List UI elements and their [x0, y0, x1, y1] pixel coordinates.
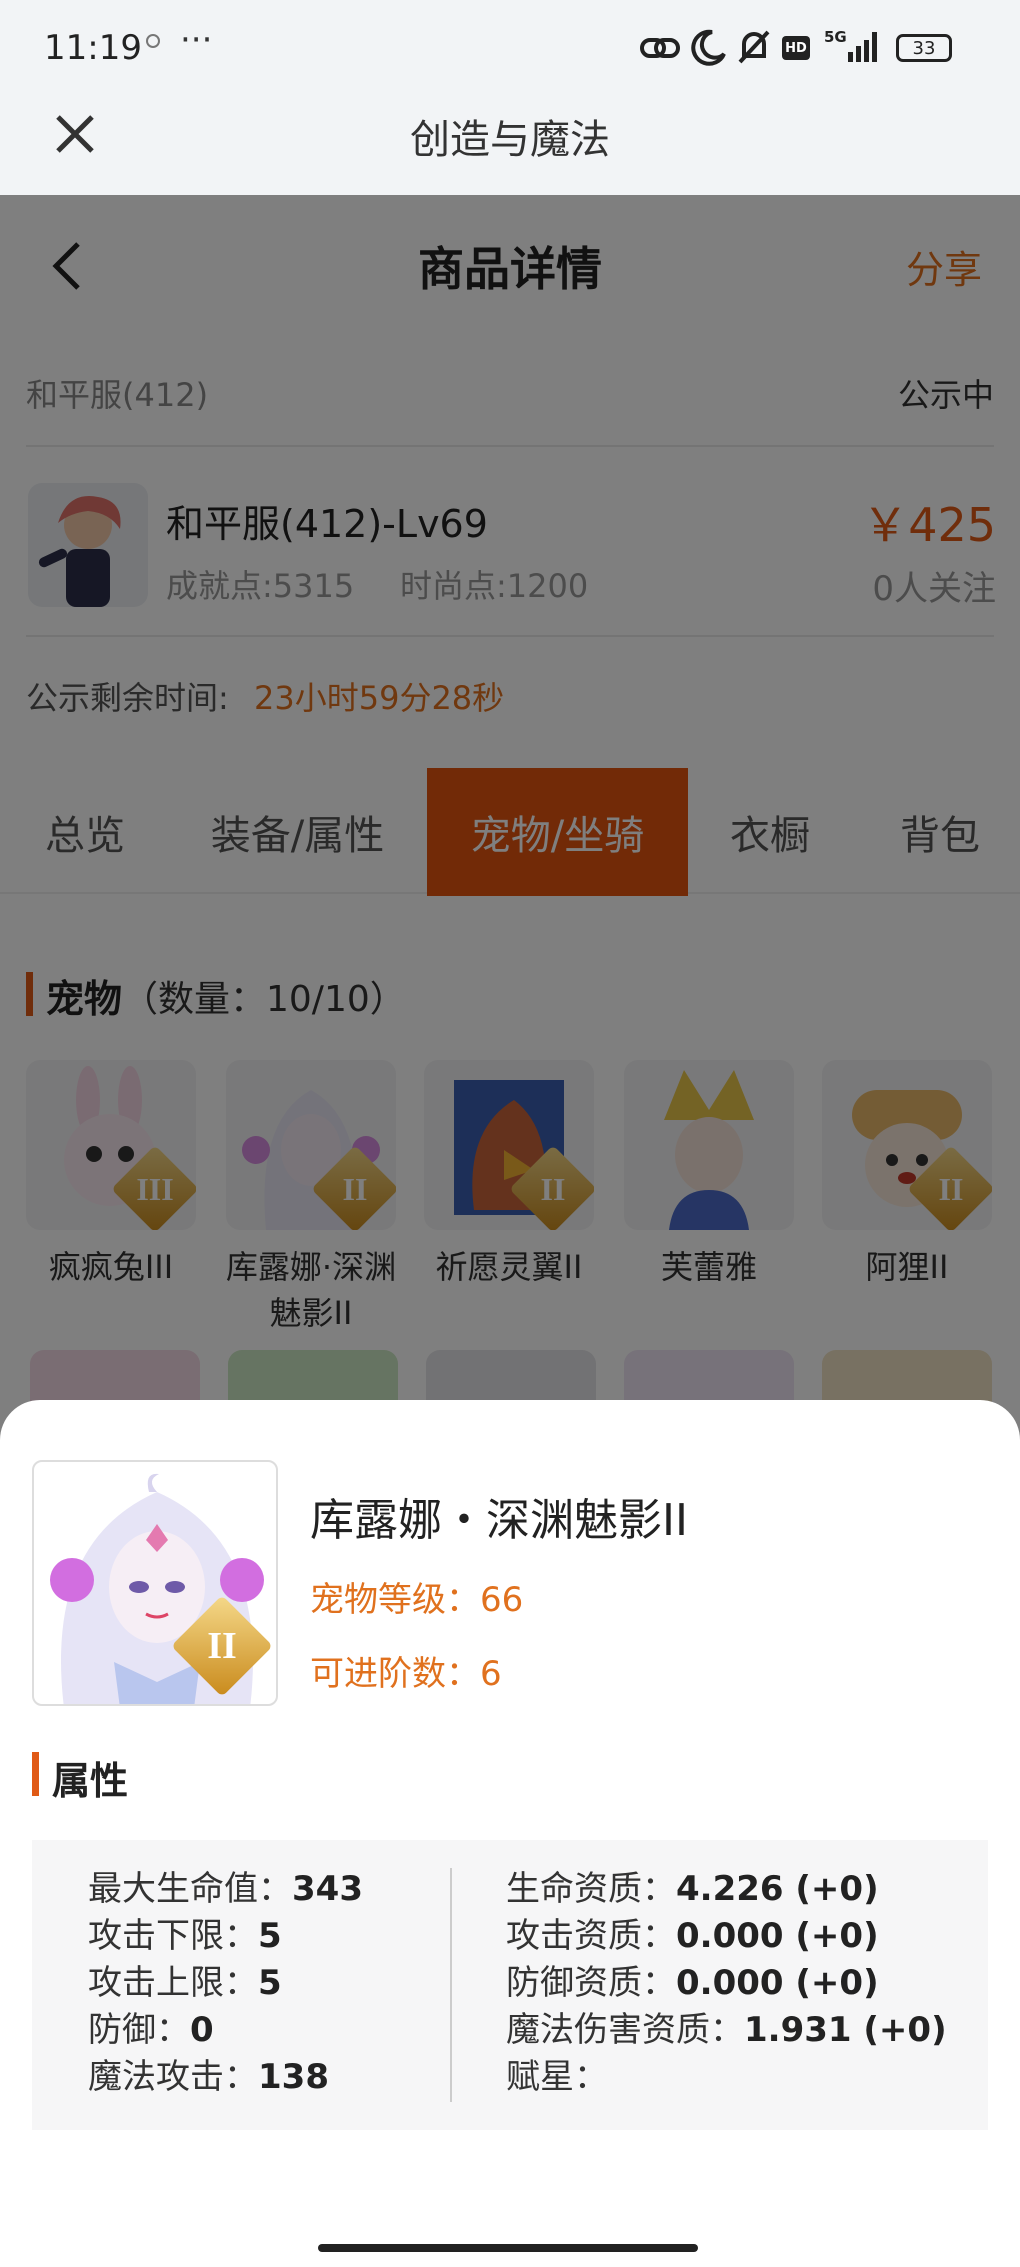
attr-row: 防御资质：0.000 (+0) — [506, 1963, 879, 2003]
pet-detail-name: 库露娜・深渊魅影II — [310, 1495, 688, 1546]
moon-icon — [691, 29, 726, 66]
pet-level: 宠物等级：66 — [310, 1580, 524, 1620]
app-title: 创造与魔法 — [410, 117, 610, 163]
section-accent-bar — [32, 1752, 39, 1796]
attributes-right-column: 生命资质：4.226 (+0) 攻击资质：0.000 (+0) 防御资质：0.0… — [506, 1866, 947, 2101]
grade-badge: II — [171, 1595, 273, 1697]
pet-detail-sheet: II 库露娜・深渊魅影II 宠物等级：66 可进阶数：6 属性 最大生命值：34… — [0, 1400, 1020, 2267]
attr-row: 魔法攻击：138 — [88, 2057, 329, 2097]
battery-icon: 33 — [896, 34, 952, 62]
app-header: 创造与魔法 — [0, 95, 1020, 195]
attr-row: 生命资质：4.226 (+0) — [506, 1869, 879, 1909]
attributes-title: 属性 — [52, 1759, 129, 1803]
attr-row: 攻击下限：5 — [88, 1916, 282, 1956]
clock: 11:19 — [44, 28, 142, 68]
attributes-panel: 最大生命值：343 攻击下限：5 攻击上限：5 防御：0 魔法攻击：138 生命… — [32, 1840, 988, 2130]
pet-advance-count: 可进阶数：6 — [310, 1654, 502, 1694]
home-indicator[interactable] — [318, 2244, 698, 2252]
pet-detail-image: II — [32, 1460, 278, 1706]
attr-row: 赋星： — [506, 2057, 608, 2097]
signal-icon — [848, 32, 877, 62]
link-icon — [640, 38, 680, 58]
network-label: 5G — [824, 28, 847, 46]
notification-icon — [146, 34, 160, 48]
attr-row: 防御：0 — [88, 2010, 214, 2050]
status-bar: 11:19 ··· HD 5G 33 — [0, 0, 1020, 95]
hd-icon: HD — [782, 36, 810, 60]
more-dots: ··· — [180, 20, 213, 60]
attr-row: 攻击资质：0.000 (+0) — [506, 1916, 879, 1956]
bell-mute-icon — [738, 30, 770, 64]
attributes-divider — [450, 1868, 452, 2102]
attr-row: 攻击上限：5 — [88, 1963, 282, 2003]
attributes-left-column: 最大生命值：343 攻击下限：5 攻击上限：5 防御：0 魔法攻击：138 — [88, 1866, 363, 2101]
attr-row: 魔法伤害资质：1.931 (+0) — [506, 2010, 947, 2050]
attr-row: 最大生命值：343 — [88, 1869, 363, 1909]
